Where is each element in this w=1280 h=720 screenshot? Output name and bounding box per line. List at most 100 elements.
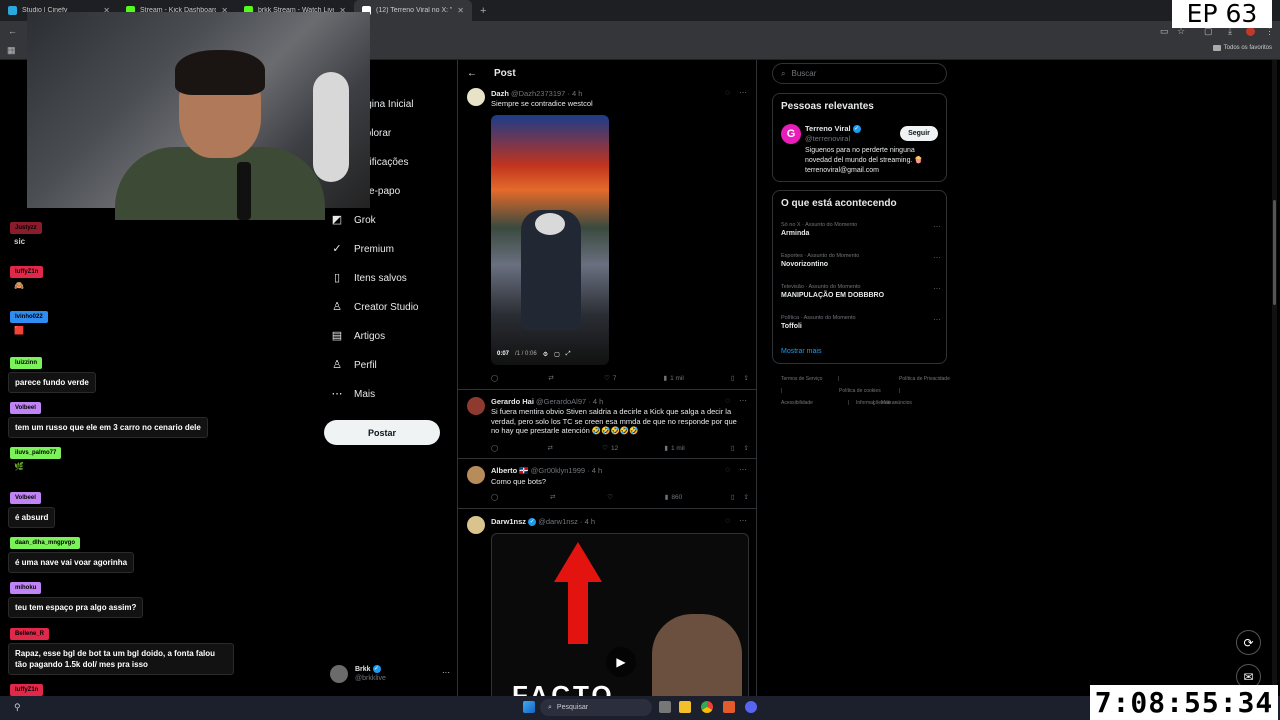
apps-icon[interactable]: ▦ [7, 45, 16, 56]
app-icon[interactable] [723, 701, 735, 713]
tweet-handle[interactable]: @darw1nsz [538, 517, 578, 526]
browser-tab[interactable]: (12) Terreno Viral no X: "Westc ✕ [354, 0, 472, 21]
nav-item[interactable]: ♙ Creator Studio [331, 301, 418, 313]
search-input[interactable]: ⌕ Buscar [772, 63, 947, 84]
play-button[interactable]: ▶ [606, 647, 636, 677]
tweet[interactable]: Darw1nsz ✓ @darw1nsz · 4 h ◌ ⋯ ▶ FACTO [458, 510, 756, 696]
reply-button[interactable]: ◯ [491, 374, 501, 382]
grok-icon[interactable]: ◌ [725, 396, 730, 405]
tweet[interactable]: Dazh @Dazh2373197 · 4 h ◌ ⋯ Siempre se co… [458, 82, 756, 390]
page-scrollbar[interactable] [1272, 60, 1277, 696]
tweet-author[interactable]: Darw1nsz [491, 517, 526, 526]
chat-username[interactable]: luffyZ1n [10, 684, 44, 696]
more-icon[interactable]: ⋯ [739, 88, 747, 97]
retweet-button[interactable]: ⇄ [548, 374, 556, 382]
tweet[interactable]: Alberto 🇩🇴 @Gr00klyn1999 · 4 h ◌ ⋯ Como q… [458, 460, 756, 509]
tweet-avatar[interactable] [467, 466, 485, 484]
settings-icon[interactable]: ⚙ [543, 351, 548, 358]
new-tab-button[interactable]: + [472, 5, 494, 17]
video-controls[interactable]: 0:07 /1 / 0:06 ⚙ ▢ ⤢ [497, 351, 603, 358]
bookmark-icon[interactable]: ▯ [731, 374, 735, 382]
fullscreen-icon[interactable]: ⤢ [566, 351, 571, 358]
nav-item[interactable]: ✓ Premium [331, 243, 394, 255]
tweet-video[interactable]: 0:07 /1 / 0:06 ⚙ ▢ ⤢ [491, 115, 609, 365]
grok-floating-button[interactable]: ⟳ [1236, 630, 1261, 655]
taskbar-search[interactable]: ⌕ Pesquisar [540, 699, 652, 716]
like-button[interactable]: ♡ 7 [604, 374, 616, 383]
views-button[interactable]: ▮ 1 mil [664, 444, 684, 453]
tweet-video[interactable]: ▶ FACTO [491, 533, 749, 696]
tweet[interactable]: Gerardo Hai @GerardoAl97 · 4 h ◌ ⋯ Si fue… [458, 391, 756, 459]
footer-link[interactable]: Acessibilidade [781, 400, 813, 406]
chat-username[interactable]: luffyZ1n [10, 266, 44, 278]
windows-start-icon[interactable] [523, 701, 535, 713]
share-icon[interactable]: ⇪ [744, 374, 749, 382]
back-arrow-icon[interactable]: ← [467, 68, 477, 79]
retweet-button[interactable]: ⇄ [547, 444, 555, 452]
chat-username[interactable]: Volbeel [10, 402, 41, 414]
file-explorer-icon[interactable] [679, 701, 691, 713]
profile-avatar-icon[interactable] [1246, 27, 1255, 36]
all-bookmarks-folder[interactable]: Todos os favoritos [1212, 45, 1272, 51]
tweet-handle[interactable]: @GerardoAl97 [536, 397, 586, 406]
scrollbar-thumb[interactable] [1273, 200, 1276, 305]
tweet-avatar[interactable] [467, 516, 485, 534]
chat-username[interactable]: mihoku [10, 582, 42, 594]
chat-username[interactable]: Bellene_R [10, 628, 50, 640]
close-tab-icon[interactable]: ✕ [457, 6, 464, 15]
trend-item[interactable]: Só no X · Assunto do Momento Arminda ··· [781, 222, 941, 237]
nav-item[interactable]: ▯ Itens salvos [331, 272, 407, 284]
nav-item[interactable]: ♙ Perfil [331, 359, 377, 371]
like-button[interactable]: ♡ 12 [602, 444, 618, 453]
retweet-button[interactable]: ⇄ [550, 493, 558, 501]
post-button[interactable]: Postar [324, 420, 440, 445]
views-button[interactable]: ▮ 860 [665, 493, 682, 502]
chat-username[interactable]: daan_dlha_mngpvgo [10, 537, 81, 549]
account-more-icon[interactable]: ··· [442, 668, 450, 677]
nav-item[interactable]: ◩ Grok [331, 214, 376, 226]
footer-link[interactable]: Termos de Serviço [781, 376, 822, 382]
tweet-author[interactable]: Gerardo Hai [491, 397, 534, 406]
more-icon[interactable]: ··· [933, 284, 941, 293]
footer-link[interactable]: Mais ··· [881, 400, 898, 406]
tweet-author[interactable]: Alberto 🇩🇴 [491, 466, 529, 475]
cast-icon[interactable]: ▭ [1160, 26, 1169, 37]
show-more-link[interactable]: Mostrar mais [781, 348, 821, 355]
bookmark-icon[interactable]: ▯ [731, 493, 735, 501]
chat-username[interactable]: Justyzz [10, 222, 42, 234]
widgets-icon[interactable]: ⚲ [14, 702, 21, 713]
trend-item[interactable]: Televisão · Assunto do Momento MANIPULAÇ… [781, 284, 941, 299]
account-switcher[interactable]: Brkk ✓ @brkklive ··· [330, 662, 450, 686]
back-icon[interactable]: ← [8, 26, 17, 36]
relevant-user[interactable]: Terreno Viral ✓ @terrenoviral [805, 124, 861, 144]
bookmark-icon[interactable]: ▯ [731, 444, 735, 452]
follow-button[interactable]: Seguir [900, 126, 938, 141]
share-icon[interactable]: ⇪ [744, 493, 749, 501]
tweet-avatar[interactable] [467, 88, 485, 106]
tweet-author[interactable]: Dazh [491, 89, 509, 98]
chat-username[interactable]: lvinho022 [10, 311, 48, 323]
terreno-viral-avatar[interactable]: G [781, 124, 801, 144]
more-icon[interactable]: ··· [933, 315, 941, 324]
nav-item[interactable]: ⋯ Mais [331, 388, 376, 400]
trend-item[interactable]: Política · Assunto do Momento Toffoli ··… [781, 315, 941, 330]
grok-icon[interactable]: ◌ [725, 88, 730, 97]
more-icon[interactable]: ··· [933, 222, 941, 231]
more-icon[interactable]: ⋯ [739, 396, 747, 405]
grok-icon[interactable]: ◌ [725, 465, 730, 474]
chat-username[interactable]: Volbeel [10, 492, 41, 504]
footer-link[interactable]: Política de cookies [839, 388, 881, 394]
trend-item[interactable]: Esportes · Assunto do Momento Novorizont… [781, 253, 941, 268]
chrome-icon[interactable] [701, 701, 713, 713]
discord-icon[interactable] [745, 701, 757, 713]
tweet-handle[interactable]: @Dazh2373197 [511, 89, 565, 98]
reply-button[interactable]: ◯ [491, 444, 501, 452]
like-button[interactable]: ♡ [607, 493, 616, 501]
footer-link[interactable]: Política de Privacidade [899, 376, 950, 382]
tweet-handle[interactable]: @Gr00klyn1999 [531, 466, 585, 475]
views-button[interactable]: ▮ 1 mil [664, 374, 684, 383]
more-icon[interactable]: ··· [933, 253, 941, 262]
pip-icon[interactable]: ▢ [554, 351, 560, 358]
more-icon[interactable]: ⋯ [739, 516, 747, 525]
chat-username[interactable]: luizzinn [10, 357, 42, 369]
